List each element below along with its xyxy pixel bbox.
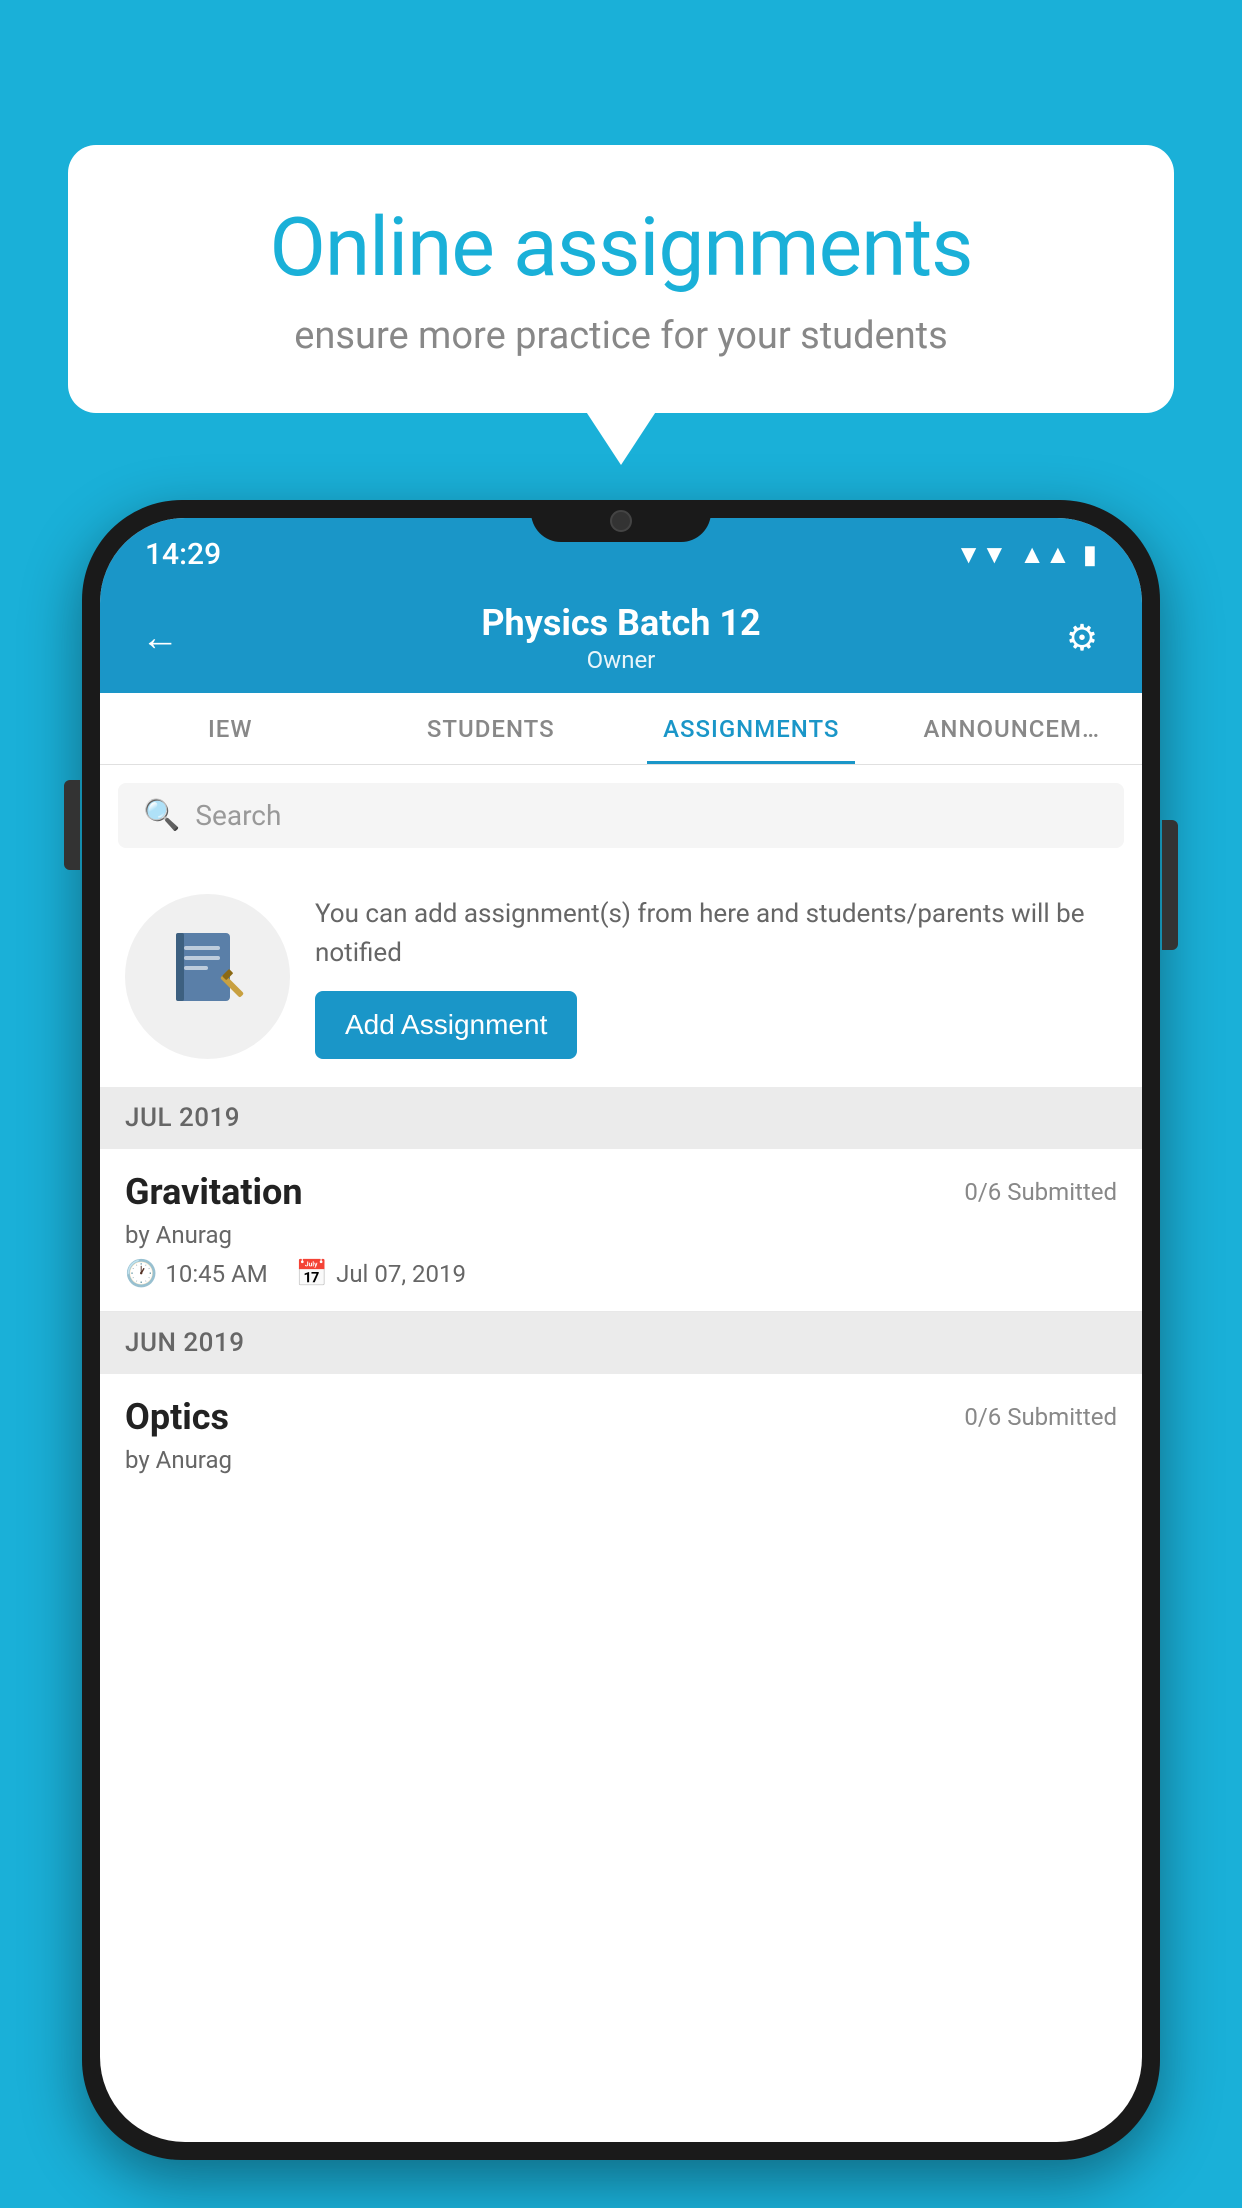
assignment-submitted-optics: 0/6 Submitted — [964, 1403, 1117, 1431]
phone-outer: 14:29 ▼▼ ▲▲ ▮ ← Physics Batch 12 Owner ⚙ — [82, 500, 1160, 2160]
assignment-optics[interactable]: Optics 0/6 Submitted by Anurag — [100, 1374, 1142, 1506]
assignment-time: 10:45 AM — [165, 1260, 267, 1288]
promo-description: You can add assignment(s) from here and … — [315, 895, 1117, 973]
calendar-icon: 📅 — [296, 1259, 328, 1289]
time-block: 🕐 10:45 AM — [125, 1259, 268, 1289]
tab-announcements[interactable]: ANNOUNCEM… — [882, 693, 1143, 764]
assignment-gravitation[interactable]: Gravitation 0/6 Submitted by Anurag 🕐 10… — [100, 1149, 1142, 1312]
speech-bubble-container: Online assignments ensure more practice … — [68, 145, 1174, 413]
signal-icon: ▲▲ — [1019, 539, 1070, 570]
promo-section: You can add assignment(s) from here and … — [100, 866, 1142, 1087]
assignment-date: Jul 07, 2019 — [336, 1260, 466, 1288]
speech-bubble: Online assignments ensure more practice … — [68, 145, 1174, 413]
assignment-row1-optics: Optics 0/6 Submitted — [125, 1396, 1117, 1438]
assignment-by-gravitation: by Anurag — [125, 1221, 1117, 1249]
phone-container: 14:29 ▼▼ ▲▲ ▮ ← Physics Batch 12 Owner ⚙ — [82, 500, 1160, 2160]
battery-icon: ▮ — [1083, 540, 1097, 570]
speech-bubble-title: Online assignments — [138, 200, 1104, 296]
clock-icon: 🕐 — [125, 1259, 157, 1289]
date-block: 📅 Jul 07, 2019 — [296, 1259, 466, 1289]
phone-camera — [610, 510, 632, 532]
settings-icon[interactable]: ⚙ — [1052, 617, 1112, 659]
status-icons: ▼▼ ▲▲ ▮ — [956, 539, 1097, 570]
notebook-icon — [168, 928, 248, 1026]
phone-screen: 14:29 ▼▼ ▲▲ ▮ ← Physics Batch 12 Owner ⚙ — [100, 518, 1142, 2142]
search-container: 🔍 Search — [100, 765, 1142, 866]
promo-text-block: You can add assignment(s) from here and … — [315, 895, 1117, 1059]
assignment-name-gravitation: Gravitation — [125, 1171, 303, 1213]
search-bar[interactable]: 🔍 Search — [118, 783, 1124, 848]
app-header: ← Physics Batch 12 Owner ⚙ — [100, 583, 1142, 693]
speech-bubble-subtitle: ensure more practice for your students — [138, 314, 1104, 358]
assignment-meta-gravitation: 🕐 10:45 AM 📅 Jul 07, 2019 — [125, 1259, 1117, 1289]
promo-icon-circle — [125, 894, 290, 1059]
tab-students[interactable]: STUDENTS — [361, 693, 622, 764]
assignment-name-optics: Optics — [125, 1396, 229, 1438]
header-title-block: Physics Batch 12 Owner — [190, 602, 1052, 674]
back-button[interactable]: ← — [130, 616, 190, 660]
tab-assignments[interactable]: ASSIGNMENTS — [621, 693, 882, 764]
tab-iew[interactable]: IEW — [100, 693, 361, 764]
batch-title: Physics Batch 12 — [190, 602, 1052, 644]
search-input[interactable]: Search — [195, 799, 281, 832]
assignment-by-optics: by Anurag — [125, 1446, 1117, 1474]
batch-role: Owner — [190, 646, 1052, 674]
add-assignment-button[interactable]: Add Assignment — [315, 991, 577, 1059]
section-jun-2019: JUN 2019 — [100, 1312, 1142, 1374]
phone-notch — [531, 500, 711, 542]
wifi-icon: ▼▼ — [956, 539, 1007, 570]
status-time: 14:29 — [145, 537, 221, 572]
search-icon: 🔍 — [143, 798, 180, 833]
section-jul-2019: JUL 2019 — [100, 1087, 1142, 1149]
assignment-row1: Gravitation 0/6 Submitted — [125, 1171, 1117, 1213]
assignment-submitted-gravitation: 0/6 Submitted — [964, 1178, 1117, 1206]
tabs-bar: IEW STUDENTS ASSIGNMENTS ANNOUNCEM… — [100, 693, 1142, 765]
